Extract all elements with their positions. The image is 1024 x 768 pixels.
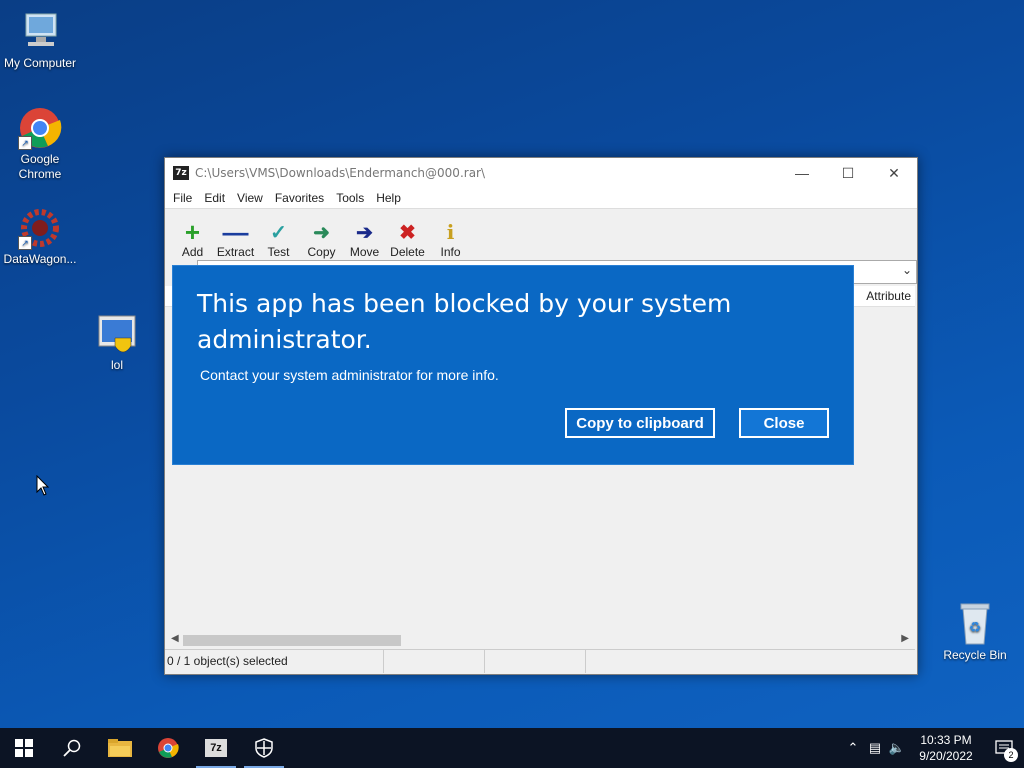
folder-icon (108, 739, 132, 757)
menu-bar: File Edit View Favorites Tools Help (165, 188, 917, 209)
extract-button[interactable]: — Extract (214, 216, 257, 260)
window-title: C:\Users\VMS\Downloads\Endermanch@000.ra… (195, 166, 486, 180)
plus-icon: + (184, 216, 201, 247)
move-button[interactable]: ➔ Move (343, 219, 386, 260)
delete-button[interactable]: ✖ Delete (386, 219, 429, 260)
status-size (384, 650, 485, 673)
scroll-right-icon[interactable]: ▶ (901, 633, 909, 644)
title-bar[interactable]: 7z C:\Users\VMS\Downloads\Endermanch@000… (165, 158, 917, 188)
desktop-icon-label: My Computer (3, 56, 77, 70)
chevron-down-icon[interactable]: ⌄ (902, 263, 912, 277)
toolbar-label: Copy (307, 245, 336, 259)
close-window-button[interactable]: ✕ (871, 158, 917, 188)
desktop-icon-my-computer[interactable]: My Computer (0, 10, 80, 71)
toolbar-label: Add (181, 245, 204, 259)
x-icon: ✖ (399, 221, 416, 244)
chrome-icon (158, 738, 179, 758)
app-blocked-dialog: This app has been blocked by your system… (172, 265, 854, 465)
scroll-thumb[interactable] (183, 635, 401, 646)
scroll-left-icon[interactable]: ◀ (171, 633, 179, 644)
7z-icon: 7z (173, 166, 189, 180)
status-selected: 0 / 1 object(s) selected (165, 650, 384, 673)
menu-view[interactable]: View (231, 191, 269, 205)
status-bar: 0 / 1 object(s) selected (165, 649, 915, 673)
add-button[interactable]: + Add (171, 216, 214, 260)
desktop-icon-label: Google Chrome (18, 152, 62, 181)
desktop-icon-datawagon[interactable]: ↗ DataWagon... (0, 206, 80, 267)
copy-to-clipboard-button[interactable]: Copy to clipboard (565, 408, 715, 438)
check-icon: ✓ (270, 221, 287, 244)
clock-date: 9/20/2022 (919, 749, 973, 763)
computer-icon (18, 10, 62, 54)
installer-shield-icon (95, 312, 139, 356)
toolbar-label: Info (440, 245, 461, 259)
toolbar-label: Move (349, 245, 380, 259)
taskbar: 7z ⌃ ▤ 🔈 10:33 PM 9/20/2022 2 (0, 728, 1024, 768)
shortcut-arrow-icon: ↗ (18, 236, 32, 250)
clock-time: 10:33 PM (920, 733, 972, 747)
windows-icon (15, 739, 33, 757)
test-button[interactable]: ✓ Test (257, 219, 300, 260)
search-button[interactable] (48, 728, 96, 768)
menu-favorites[interactable]: Favorites (269, 191, 330, 205)
volume-icon[interactable]: 🔈 (886, 740, 908, 756)
arrow-right-icon: ➔ (356, 221, 373, 244)
minimize-button[interactable]: — (779, 158, 825, 188)
taskbar-7zip[interactable]: 7z (192, 728, 240, 768)
info-button[interactable]: i Info (429, 219, 472, 259)
taskbar-security[interactable] (240, 728, 288, 768)
toolbar-label: Delete (390, 245, 425, 259)
horizontal-scrollbar[interactable]: ◀ ▶ (165, 632, 915, 649)
desktop-icon-recycle-bin[interactable]: ♻ Recycle Bin (935, 602, 1015, 663)
notification-count-badge: 2 (1004, 748, 1018, 762)
double-arrow-icon: ➜ (313, 221, 330, 244)
clock[interactable]: 10:33 PM 9/20/2022 (908, 732, 984, 764)
menu-tools[interactable]: Tools (330, 191, 370, 205)
toolbar-label: Test (267, 245, 290, 259)
desktop-icon-google-chrome[interactable]: ↗ Google Chrome (0, 106, 80, 182)
shield-icon (255, 738, 273, 758)
menu-help[interactable]: Help (370, 191, 407, 205)
menu-file[interactable]: File (167, 191, 198, 205)
desktop-icon-label: Recycle Bin (943, 648, 1007, 662)
chevron-up-icon[interactable]: ⌃ (842, 740, 864, 756)
close-button[interactable]: Close (739, 408, 829, 438)
minus-icon: — (222, 216, 249, 247)
taskbar-file-explorer[interactable] (96, 728, 144, 768)
system-tray: ⌃ ▤ 🔈 10:33 PM 9/20/2022 2 (842, 728, 1024, 768)
menu-edit[interactable]: Edit (198, 191, 231, 205)
taskbar-chrome[interactable] (144, 728, 192, 768)
chrome-icon: ↗ (18, 106, 62, 150)
maximize-button[interactable]: ☐ (825, 158, 871, 188)
copy-button[interactable]: ➜ Copy (300, 219, 343, 260)
action-center-button[interactable]: 2 (984, 728, 1024, 768)
toolbar-label: Extract (216, 245, 255, 259)
shortcut-arrow-icon: ↗ (18, 136, 32, 150)
7z-icon: 7z (205, 739, 227, 757)
svg-text:♻: ♻ (969, 620, 982, 636)
desktop-icon-label: lol (110, 358, 123, 372)
column-attributes[interactable]: Attribute (866, 289, 911, 303)
toolbar: + Add — Extract ✓ Test ➜ Copy ➔ Move ✖ D… (165, 209, 917, 261)
start-button[interactable] (0, 728, 48, 768)
status-packed (485, 650, 586, 673)
desktop-icon-lol[interactable]: lol (77, 312, 157, 373)
recycle-bin-icon: ♻ (953, 602, 997, 646)
dialog-message: Contact your system administrator for mo… (200, 367, 499, 383)
search-icon (63, 739, 81, 757)
gear-icon: ↗ (18, 206, 62, 250)
status-extra (586, 650, 915, 673)
dialog-heading: This app has been blocked by your system… (197, 289, 732, 354)
network-icon[interactable]: ▤ (864, 740, 886, 756)
desktop-icon-label: DataWagon... (3, 252, 77, 266)
info-icon: i (446, 220, 455, 244)
